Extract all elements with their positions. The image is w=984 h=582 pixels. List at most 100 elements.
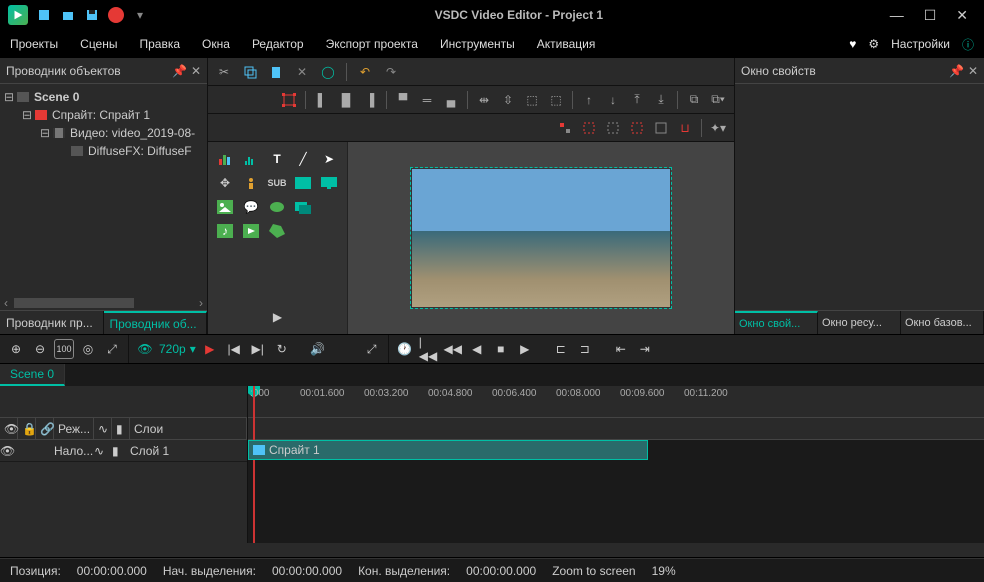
menu-export[interactable]: Экспорт проекта xyxy=(326,37,418,51)
volume-icon[interactable]: 🔊 xyxy=(308,339,328,359)
qat-open-icon[interactable] xyxy=(60,7,76,23)
align-bottom-icon[interactable]: ▄ xyxy=(441,90,461,110)
rewind-icon[interactable]: ◀◀ xyxy=(443,339,463,359)
delete-icon[interactable]: ✕ xyxy=(292,62,312,82)
menu-projects[interactable]: Проекты xyxy=(10,37,58,51)
selection-mode6-icon[interactable]: ⊔ xyxy=(675,118,695,138)
timeline-hscroll[interactable] xyxy=(0,543,984,557)
mode-column[interactable]: Реж... xyxy=(54,418,94,439)
line-tool-icon[interactable]: ╱ xyxy=(294,150,312,168)
ellipse-tool-icon[interactable] xyxy=(268,198,286,216)
group-icon[interactable]: ⧉ xyxy=(684,90,704,110)
menu-tools[interactable]: Инструменты xyxy=(440,37,515,51)
track-layer-name[interactable]: Слой 1 xyxy=(130,444,247,458)
next-cut-icon[interactable]: ▶| xyxy=(248,339,268,359)
cut-icon[interactable]: ✂ xyxy=(214,62,234,82)
timeline-clip[interactable]: Спрайт 1 xyxy=(248,440,648,460)
quality-dropdown-icon[interactable]: ▾ xyxy=(190,342,196,356)
zoom-100-icon[interactable]: 100 xyxy=(54,339,74,359)
fit-height-icon[interactable]: ⬚ xyxy=(546,90,566,110)
align-right-icon[interactable]: ▐ xyxy=(360,90,380,110)
stats-tool-icon[interactable] xyxy=(242,150,260,168)
tree-sprite[interactable]: Спрайт: Спрайт 1 xyxy=(52,108,150,122)
prev-cut-icon[interactable]: |◀ xyxy=(224,339,244,359)
tab-resources[interactable]: Окно ресу... xyxy=(818,311,901,334)
align-middle-v-icon[interactable]: ═ xyxy=(417,90,437,110)
menu-editor[interactable]: Редактор xyxy=(252,37,304,51)
track-mode[interactable]: Нало... xyxy=(54,444,94,458)
stop-icon[interactable]: ■ xyxy=(491,339,511,359)
text-tool-icon[interactable]: T xyxy=(268,150,286,168)
skip-start-icon[interactable]: |◀◀ xyxy=(419,339,439,359)
fit-width-icon[interactable]: ⬚ xyxy=(522,90,542,110)
timeline-ruler[interactable]: :000 00:01.600 00:03.200 00:04.800 00:06… xyxy=(248,386,984,418)
loop-icon[interactable]: ↻ xyxy=(272,339,292,359)
transform-icon[interactable] xyxy=(279,90,299,110)
bring-front-icon[interactable]: ⤒ xyxy=(627,90,647,110)
tab-basic[interactable]: Окно базов... xyxy=(901,311,984,334)
rect-tool-icon[interactable] xyxy=(294,174,312,192)
playhead-line[interactable] xyxy=(253,386,255,543)
gear-icon[interactable]: ⚙ xyxy=(868,37,879,51)
panel-close-icon[interactable]: ✕ xyxy=(191,64,201,78)
selection-mode5-icon[interactable] xyxy=(651,118,671,138)
timeline-tracks-area[interactable]: :000 00:01.600 00:03.200 00:04.800 00:06… xyxy=(248,386,984,543)
image-tool-icon[interactable] xyxy=(216,198,234,216)
quality-label[interactable]: 720p xyxy=(159,342,186,356)
object-tree[interactable]: ⊟Scene 0 ⊟Спрайт: Спрайт 1 ⊟Видео: video… xyxy=(0,84,207,296)
tool-settings-icon[interactable]: ✦▾ xyxy=(708,118,728,138)
tab-object-explorer[interactable]: Проводник об... xyxy=(104,311,208,334)
maximize-button[interactable]: ☐ xyxy=(924,7,937,24)
info-icon[interactable]: ⓘ xyxy=(962,36,974,53)
person-tool-icon[interactable] xyxy=(242,174,260,192)
distribute-h-icon[interactable]: ⇹ xyxy=(474,90,494,110)
tab-project-explorer[interactable]: Проводник пр... xyxy=(0,311,104,334)
redo-icon[interactable]: ↷ xyxy=(381,62,401,82)
visibility-column-icon[interactable]: 👁 xyxy=(0,418,18,439)
menu-windows[interactable]: Окна xyxy=(202,37,230,51)
settings-label[interactable]: Настройки xyxy=(891,37,950,51)
zoom-in-icon[interactable]: ⊕ xyxy=(6,339,26,359)
tree-hscroll[interactable]: ‹› xyxy=(0,296,207,310)
preview-viewport[interactable] xyxy=(348,142,734,334)
status-zoom-label[interactable]: Zoom to screen xyxy=(552,564,635,578)
menu-activation[interactable]: Активация xyxy=(537,37,596,51)
delete-column-icon[interactable]: ▮ xyxy=(112,418,130,439)
paste-icon[interactable] xyxy=(266,62,286,82)
qat-dropdown-icon[interactable]: ▾ xyxy=(132,7,148,23)
minimize-button[interactable]: — xyxy=(890,7,904,24)
step-back-icon[interactable]: ◀ xyxy=(467,339,487,359)
wave-column-icon[interactable]: ∿ xyxy=(94,418,112,439)
screen-tool-icon[interactable] xyxy=(320,174,338,192)
tree-video[interactable]: Видео: video_2019-08- xyxy=(70,126,195,140)
qat-new-icon[interactable] xyxy=(36,7,52,23)
preview-frame[interactable] xyxy=(411,168,671,308)
snap-left-icon[interactable]: ⇤ xyxy=(611,339,631,359)
layer-tool-icon[interactable] xyxy=(294,198,312,216)
qat-record-icon[interactable] xyxy=(108,7,124,23)
selection-mode4-icon[interactable] xyxy=(627,118,647,138)
selection-mode2-icon[interactable] xyxy=(579,118,599,138)
properties-close-icon[interactable]: ✕ xyxy=(968,64,978,78)
menu-edit[interactable]: Правка xyxy=(140,37,181,51)
tab-properties[interactable]: Окно свой... xyxy=(735,311,818,334)
arrow-down-icon[interactable]: ↓ xyxy=(603,90,623,110)
copy-icon[interactable] xyxy=(240,62,260,82)
move-tool-icon[interactable]: ✥ xyxy=(216,174,234,192)
chart-tool-icon[interactable] xyxy=(216,150,234,168)
shape-tool-icon[interactable] xyxy=(268,222,286,240)
timeline-scene-tab[interactable]: Scene 0 xyxy=(0,364,65,386)
marker1-icon[interactable]: ⊏ xyxy=(551,339,571,359)
audio-tool-icon[interactable]: ♪ xyxy=(216,222,234,240)
align-center-h-icon[interactable]: ▐▌ xyxy=(336,90,356,110)
distribute-v-icon[interactable]: ⇳ xyxy=(498,90,518,110)
snap-right-icon[interactable]: ⇥ xyxy=(635,339,655,359)
send-back-icon[interactable]: ⤓ xyxy=(651,90,671,110)
properties-pin-icon[interactable]: 📌 xyxy=(949,64,964,78)
align-left-icon[interactable]: ▌ xyxy=(312,90,332,110)
refresh-icon[interactable]: ◯ xyxy=(318,62,338,82)
arrow-up-icon[interactable]: ↑ xyxy=(579,90,599,110)
menu-scenes[interactable]: Сцены xyxy=(80,37,117,51)
quality-eye-icon[interactable]: 👁 xyxy=(135,339,155,359)
selection-mode3-icon[interactable] xyxy=(603,118,623,138)
